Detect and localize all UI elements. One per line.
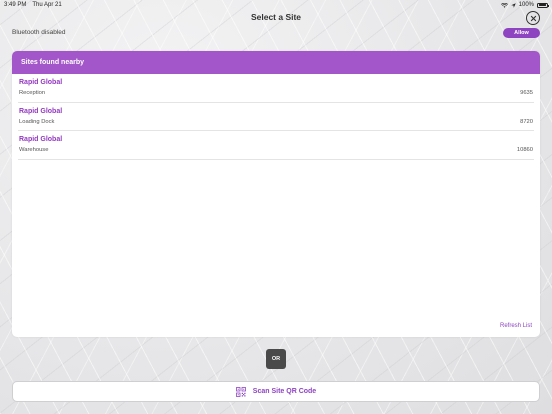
site-name: Rapid Global <box>19 79 63 86</box>
allow-bluetooth-button[interactable]: Allow <box>503 28 540 38</box>
sites-card: Sites found nearby Rapid Global Receptio… <box>12 51 540 337</box>
site-list: Rapid Global Reception 9635 Rapid Global… <box>12 74 540 160</box>
page-title: Select a Site <box>250 12 302 22</box>
site-row[interactable]: Rapid Global Loading Dock 8720 <box>18 103 534 131</box>
location-arrow-icon <box>510 2 516 8</box>
site-description: Reception <box>19 90 46 96</box>
site-id: 9635 <box>520 90 533 96</box>
site-id: 8720 <box>520 118 533 125</box>
battery-percent: 100% <box>518 2 534 8</box>
close-button[interactable] <box>526 11 540 25</box>
site-description: Loading Dock <box>19 118 55 125</box>
site-name: Rapid Global <box>19 107 63 115</box>
bluetooth-status-text: Bluetooth disabled <box>12 29 66 36</box>
status-time: 3:49 PM <box>4 2 27 8</box>
battery-icon <box>537 2 549 8</box>
status-left: 3:49 PM Thu Apr 21 <box>4 2 62 8</box>
site-description: Warehouse <box>19 147 49 153</box>
scan-qr-code-button[interactable]: Scan Site QR Code <box>12 381 540 402</box>
qr-code-icon <box>235 386 246 397</box>
site-name: Rapid Global <box>19 136 63 143</box>
scan-qr-code-label: Scan Site QR Code <box>252 388 317 395</box>
site-row[interactable]: Rapid Global Warehouse 10860 <box>18 131 534 160</box>
status-date: Thu Apr 21 <box>32 2 62 8</box>
refresh-list-link[interactable]: Refresh List <box>500 323 532 329</box>
close-icon <box>530 15 536 21</box>
status-right: 100% <box>500 2 549 8</box>
status-bar: 3:49 PM Thu Apr 21 100% <box>0 0 552 10</box>
or-divider-badge: OR <box>266 349 286 369</box>
site-id: 10860 <box>516 147 533 153</box>
site-row[interactable]: Rapid Global Reception 9635 <box>18 74 534 103</box>
sites-card-header: Sites found nearby <box>12 51 540 74</box>
wifi-icon <box>500 2 508 8</box>
